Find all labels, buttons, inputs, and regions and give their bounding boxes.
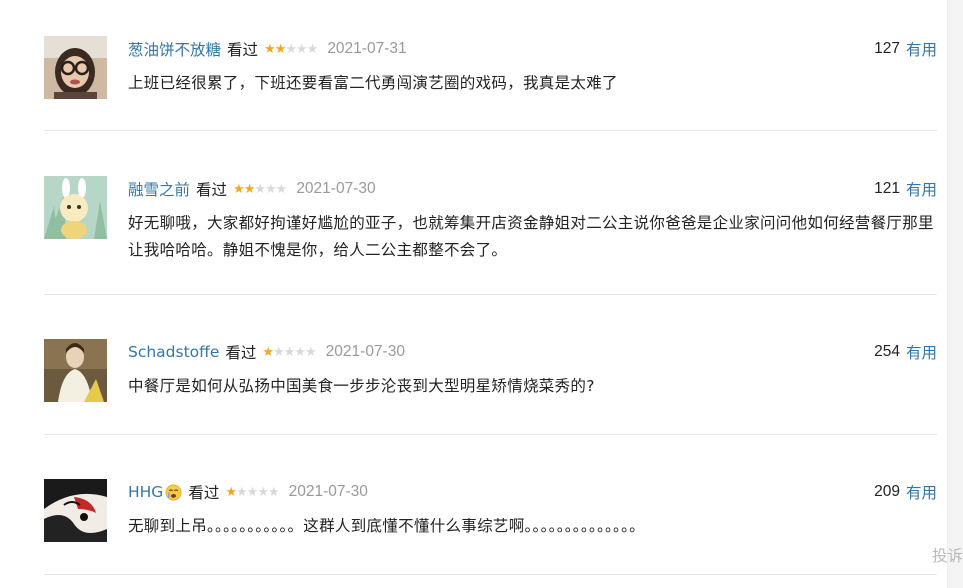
avatar[interactable] bbox=[44, 36, 107, 99]
vote-area: 127 有用 bbox=[874, 38, 937, 60]
rating-stars: ★★★★★ bbox=[262, 344, 317, 360]
username-link[interactable]: HHG bbox=[128, 483, 163, 501]
star-icon: ★ bbox=[243, 181, 256, 197]
avatar[interactable] bbox=[44, 479, 107, 542]
star-icon: ★ bbox=[294, 344, 306, 360]
avatar[interactable] bbox=[44, 176, 107, 239]
comment-text: 好无聊哦，大家都好拘谨好尴尬的亚子，也就筹集开店资金静姐对二公主说你爸爸是企业家… bbox=[128, 214, 934, 259]
comment-list: 葱油饼不放糖 看过 ★★★★★ 2021-07-31 127 有用 上班已经很累… bbox=[44, 0, 937, 575]
comment-meta: HHG 看过 ★★★★★ 2021-07-30 bbox=[128, 481, 368, 503]
comment-item: 葱油饼不放糖 看过 ★★★★★ 2021-07-31 127 有用 上班已经很累… bbox=[44, 0, 937, 131]
comment-meta: 融雪之前 看过 ★★★★★ 2021-07-30 bbox=[128, 178, 376, 200]
watch-status: 看过 bbox=[225, 344, 257, 362]
vote-count: 127 bbox=[874, 40, 900, 57]
comment-date: 2021-07-30 bbox=[325, 343, 405, 360]
star-icon: ★ bbox=[275, 181, 288, 197]
comment-item: Schadstoffe 看过 ★★★★★ 2021-07-30 254 有用 中… bbox=[44, 295, 937, 435]
useful-vote-link[interactable]: 有用 bbox=[906, 341, 937, 363]
rating-stars: ★★★★★ bbox=[233, 181, 288, 197]
star-icon: ★ bbox=[264, 41, 276, 57]
avatar-image bbox=[44, 176, 107, 239]
useful-vote-link[interactable]: 有用 bbox=[906, 178, 937, 200]
comment-text: 无聊到上吊。。。。。。。。。。。这群人到底懂不懂什么事综艺啊。。。。。。。。。。… bbox=[128, 517, 645, 535]
useful-vote-link[interactable]: 有用 bbox=[906, 481, 937, 503]
watch-status: 看过 bbox=[188, 484, 220, 502]
vote-area: 121 有用 bbox=[874, 178, 937, 200]
vote-count: 254 bbox=[874, 343, 900, 360]
star-icon: ★ bbox=[274, 41, 287, 57]
username-link[interactable]: 融雪之前 bbox=[128, 178, 190, 200]
rating-stars: ★★★★★ bbox=[264, 41, 319, 57]
star-icon: ★ bbox=[257, 484, 269, 500]
comment-text: 上班已经很累了，下班还要看富二代勇闯演艺圈的戏码，我真是太难了 bbox=[128, 74, 618, 92]
crying-face-icon bbox=[165, 484, 182, 500]
comment-date: 2021-07-31 bbox=[327, 40, 407, 57]
star-icon: ★ bbox=[267, 484, 280, 500]
star-icon: ★ bbox=[283, 344, 296, 360]
comment-meta: Schadstoffe 看过 ★★★★★ 2021-07-30 bbox=[128, 341, 405, 363]
comment-date: 2021-07-30 bbox=[296, 180, 376, 197]
vote-count: 209 bbox=[874, 483, 900, 500]
star-icon: ★ bbox=[225, 484, 237, 500]
star-icon: ★ bbox=[233, 181, 245, 197]
avatar-image bbox=[44, 479, 107, 542]
vote-area: 209 有用 bbox=[874, 481, 937, 503]
star-icon: ★ bbox=[236, 484, 248, 500]
vote-count: 121 bbox=[874, 180, 900, 197]
star-icon: ★ bbox=[254, 181, 266, 197]
star-icon: ★ bbox=[265, 181, 277, 197]
avatar[interactable] bbox=[44, 339, 107, 402]
star-icon: ★ bbox=[305, 344, 317, 360]
star-icon: ★ bbox=[262, 344, 274, 360]
username-link[interactable]: Schadstoffe bbox=[128, 343, 219, 361]
star-icon: ★ bbox=[296, 41, 308, 57]
comment-meta: 葱油饼不放糖 看过 ★★★★★ 2021-07-31 bbox=[128, 38, 407, 60]
star-icon: ★ bbox=[273, 344, 285, 360]
star-icon: ★ bbox=[285, 41, 297, 57]
comment-text: 中餐厅是如何从弘扬中国美食一步步沦丧到大型明星矫情烧菜秀的? bbox=[128, 377, 595, 395]
report-link[interactable]: 投诉 bbox=[932, 544, 963, 566]
comment-date: 2021-07-30 bbox=[288, 483, 368, 500]
rating-stars: ★★★★★ bbox=[225, 484, 280, 500]
scrollbar-track[interactable] bbox=[947, 0, 963, 588]
vote-area: 254 有用 bbox=[874, 341, 937, 363]
watch-status: 看过 bbox=[227, 41, 259, 59]
comment-item: 融雪之前 看过 ★★★★★ 2021-07-30 121 有用 好无聊哦，大家都… bbox=[44, 131, 937, 295]
avatar-image bbox=[44, 36, 107, 99]
useful-vote-link[interactable]: 有用 bbox=[906, 38, 937, 60]
watch-status: 看过 bbox=[196, 181, 228, 199]
star-icon: ★ bbox=[306, 41, 319, 57]
avatar-image bbox=[44, 339, 107, 402]
comment-item: HHG 看过 ★★★★★ 2021-07-30 209 有用 无聊到上吊。。。。… bbox=[44, 435, 937, 575]
username-link[interactable]: 葱油饼不放糖 bbox=[128, 38, 221, 60]
star-icon: ★ bbox=[246, 484, 259, 500]
